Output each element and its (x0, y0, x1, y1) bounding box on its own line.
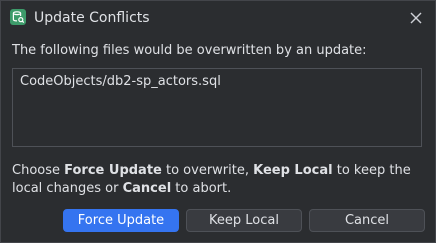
intro-text: The following files would be overwritten… (12, 43, 367, 58)
keep-local-button[interactable]: Keep Local (186, 209, 302, 232)
update-conflicts-dialog: Update Conflicts The following files wou… (0, 0, 436, 243)
instructions-keep-local: Keep Local (253, 163, 333, 178)
instructions-suffix: to abort. (171, 181, 232, 196)
instructions-force-update: Force Update (64, 163, 162, 178)
list-item[interactable]: CodeObjects/db2-sp_actors.sql (20, 73, 414, 91)
title-bar: Update Conflicts (1, 1, 435, 35)
instructions-cancel: Cancel (122, 181, 172, 196)
conflicting-files-list[interactable]: CodeObjects/db2-sp_actors.sql (12, 68, 422, 147)
dialog-title: Update Conflicts (34, 10, 150, 26)
instructions-mid1: to overwrite, (161, 163, 254, 178)
database-search-icon (10, 9, 26, 25)
cancel-button[interactable]: Cancel (309, 209, 425, 232)
instructions-prefix: Choose (12, 163, 65, 178)
close-icon[interactable] (409, 10, 423, 24)
instructions-text: Choose Force Update to overwrite, Keep L… (12, 162, 428, 198)
force-update-button[interactable]: Force Update (63, 209, 179, 232)
